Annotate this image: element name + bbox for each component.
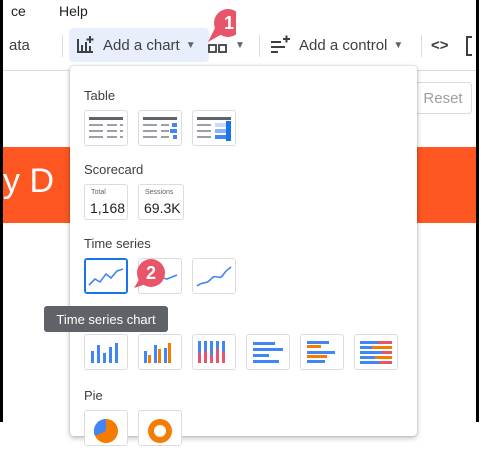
scorecard-compact-option[interactable]: Sessions 69.3K <box>138 184 184 220</box>
add-chart-label: Add a chart <box>103 36 180 54</box>
column-chart-icon <box>91 343 118 363</box>
menu-item-partial[interactable]: ce <box>11 3 26 19</box>
app-window: ce Help ata Add a chart ▼ ▼ Add a contro… <box>0 0 481 446</box>
bar-chart-option[interactable] <box>246 334 290 370</box>
smoothed-time-series-option[interactable] <box>192 258 236 294</box>
scorecard-metric-value: 1,168 <box>90 200 126 216</box>
add-control-icon <box>271 35 290 53</box>
embed-code-button[interactable]: <> <box>431 28 449 62</box>
scorecard-metric-label: Total <box>91 189 106 196</box>
grouped-column-option[interactable] <box>138 334 182 370</box>
toolbar-divider <box>421 35 422 57</box>
stacked-column-icon <box>198 341 225 363</box>
add-control-button[interactable]: Add a control ▼ <box>269 28 403 62</box>
callout-number: 2 <box>145 262 156 283</box>
scorecard-metric-label: Sessions <box>145 189 174 196</box>
pie-chart-icon <box>93 418 118 443</box>
section-label-pie: Pie <box>84 388 103 403</box>
stacked-column-option[interactable] <box>192 334 236 370</box>
code-icon: <> <box>431 36 449 54</box>
add-chart-button[interactable]: Add a chart ▼ <box>69 28 209 62</box>
add-data-button[interactable]: ata <box>9 28 30 62</box>
grouped-column-icon <box>144 343 171 363</box>
add-control-label: Add a control <box>299 36 388 54</box>
menu-item-help[interactable]: Help <box>59 3 88 19</box>
add-chart-dropdown: Table Scorecard Total 1,168 Sessions 69.… <box>70 66 417 446</box>
time-series-tooltip: Time series chart <box>44 306 168 332</box>
add-data-label: ata <box>9 36 30 54</box>
table-chart-option[interactable] <box>84 110 128 146</box>
report-title-partial: y D <box>3 162 54 200</box>
scorecard-metric-value: 69.3K <box>144 200 181 216</box>
grouped-bar-option[interactable] <box>300 334 344 370</box>
table-heatmap-icon <box>197 117 231 141</box>
scorecard-option[interactable]: Total 1,168 <box>84 184 128 220</box>
reset-button[interactable]: Reset <box>414 82 472 114</box>
column-chart-option[interactable] <box>84 334 128 370</box>
callout-number: 1 <box>223 12 234 33</box>
toolbar-divider <box>62 35 63 57</box>
chevron-down-icon: ▼ <box>185 39 196 51</box>
image-icon[interactable] <box>466 36 472 56</box>
stacked-bar-icon <box>360 341 392 364</box>
chevron-down-icon: ▼ <box>235 39 245 51</box>
toolbar-divider <box>259 35 260 57</box>
bar-chart-icon <box>253 342 283 363</box>
time-series-chart-option[interactable] <box>84 258 128 294</box>
donut-chart-option[interactable] <box>138 410 182 446</box>
section-label-scorecard: Scorecard <box>84 162 144 177</box>
table-icon <box>89 117 123 138</box>
window-border <box>476 0 479 422</box>
step-callout-1: 1 <box>208 8 244 42</box>
pie-chart-option[interactable] <box>84 410 128 446</box>
chevron-down-icon: ▼ <box>393 39 404 51</box>
section-label-time-series: Time series <box>84 236 151 251</box>
donut-chart-icon <box>148 419 172 443</box>
smooth-line-chart-icon <box>196 266 232 287</box>
grouped-bar-icon <box>307 341 335 363</box>
window-border <box>0 0 3 422</box>
section-label-table: Table <box>84 88 116 103</box>
step-callout-2: 2 <box>134 258 166 288</box>
add-chart-icon <box>77 36 94 53</box>
line-chart-icon <box>88 268 124 286</box>
table-bars-icon <box>143 117 177 139</box>
table-heatmap-option[interactable] <box>192 110 236 146</box>
table-bars-option[interactable] <box>138 110 182 146</box>
stacked-bar-option[interactable] <box>354 334 398 370</box>
